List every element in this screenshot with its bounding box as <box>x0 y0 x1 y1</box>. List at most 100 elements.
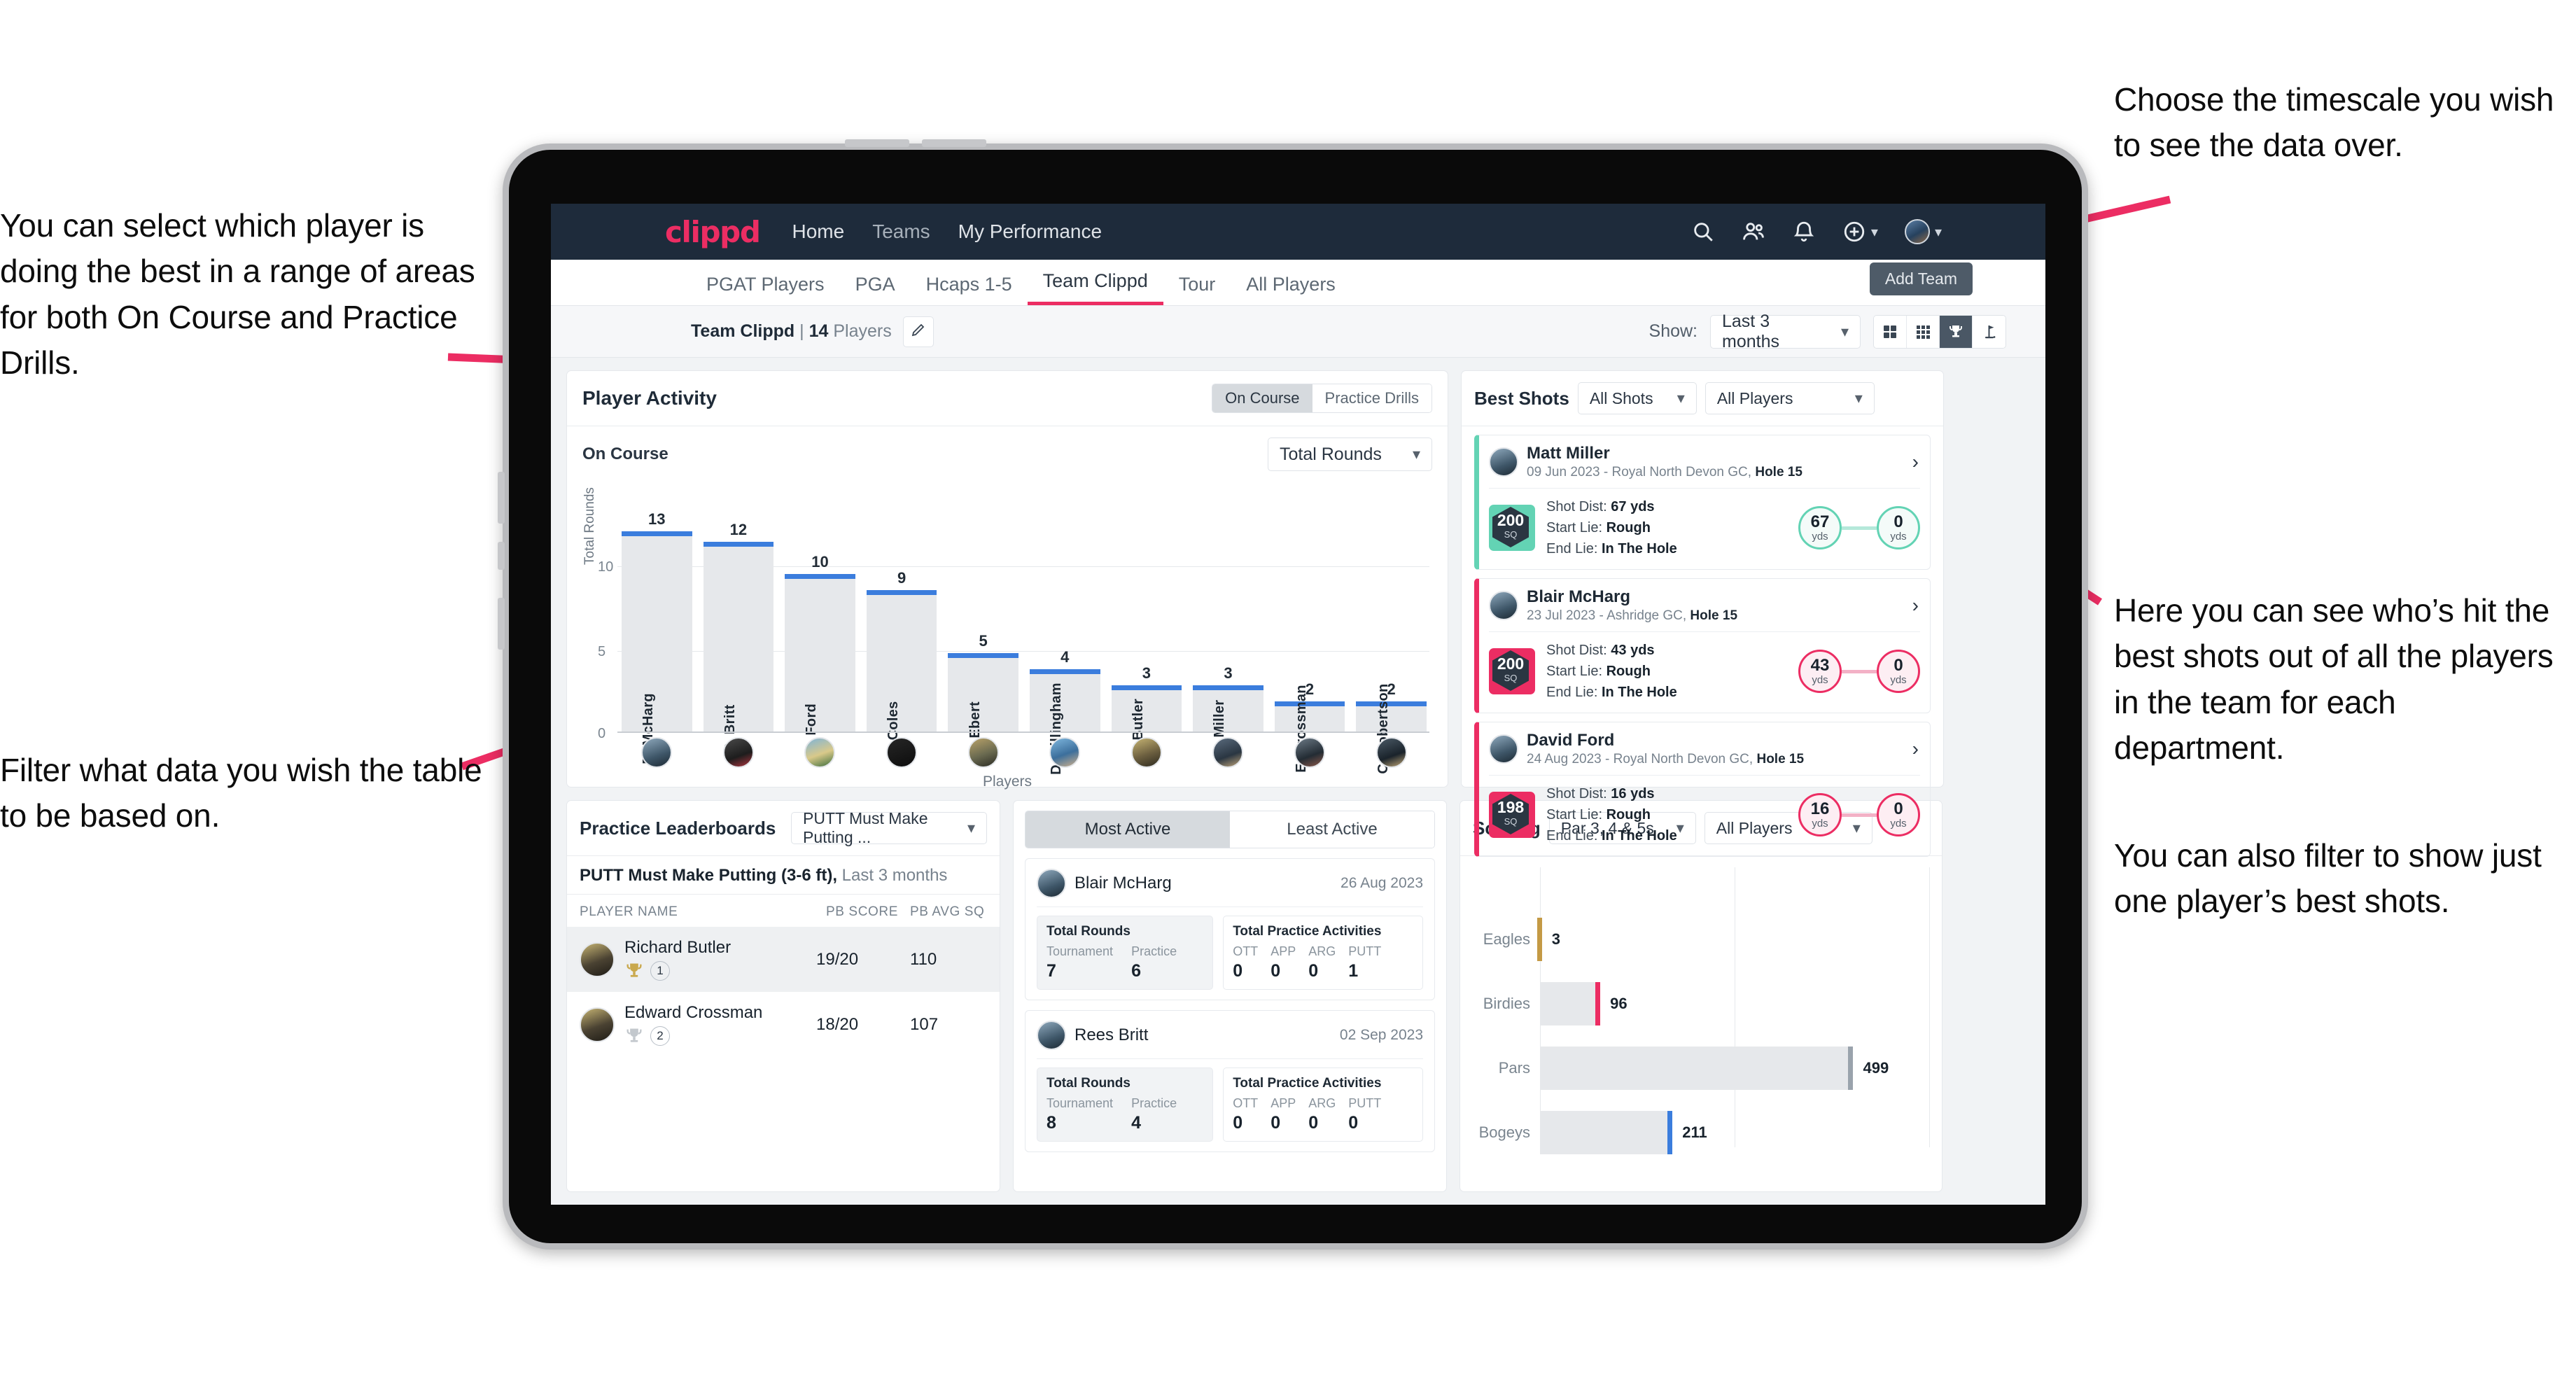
avatar[interactable] <box>1294 737 1326 768</box>
segment-practice-drills[interactable]: Practice Drills <box>1312 384 1432 412</box>
bar-value-label: 5 <box>979 632 988 650</box>
plus-circle-menu[interactable]: ▾ <box>1842 220 1878 244</box>
scoring-bar-cap <box>1848 1046 1854 1090</box>
chevron-right-icon[interactable]: › <box>1912 451 1919 473</box>
tab-least-active[interactable]: Least Active <box>1230 811 1434 848</box>
metric-select[interactable]: Total Rounds ▾ <box>1268 438 1432 471</box>
shot-date: 23 Jul 2023 <box>1527 608 1596 623</box>
edit-team-button[interactable] <box>902 316 934 347</box>
chevron-down-icon: ▾ <box>1412 445 1420 463</box>
activity-player-card[interactable]: Blair McHarg 26 Aug 2023 Total Rounds Tourn… <box>1025 858 1435 1000</box>
avatar[interactable] <box>641 737 673 768</box>
best-shots-list: Matt Miller 09 Jun 2023 - Royal North Dev… <box>1462 435 1943 857</box>
divider <box>1489 775 1920 776</box>
tab-hcaps-1-5[interactable]: Hcaps 1-5 <box>911 274 1028 305</box>
chart-bar[interactable]: B. McHarg <box>622 531 692 764</box>
best-shot-card[interactable]: Matt Miller 09 Jun 2023 - Royal North Dev… <box>1474 435 1931 570</box>
nav-link-home[interactable]: Home <box>792 220 844 243</box>
chart-bar[interactable]: R. Britt <box>703 542 774 753</box>
flag-icon-button[interactable] <box>1973 315 2005 348</box>
chevron-right-icon[interactable]: › <box>1912 738 1919 760</box>
table-row[interactable]: Richard Butler 1 19/20 110 <box>567 927 1000 992</box>
sub-toolbar: Team Clippd | 14 Players Show: Last 3 mo… <box>551 306 2045 358</box>
nav-link-teams[interactable]: Teams <box>872 220 930 243</box>
shot-body: 200 SQ Shot Dist: 43 yds Start Lie: Rough En… <box>1489 640 1920 703</box>
sq-unit: SQ <box>1504 673 1518 684</box>
best-shots-player-filter[interactable]: All Players ▾ <box>1704 382 1875 414</box>
nav-link-my-performance[interactable]: My Performance <box>958 220 1102 243</box>
pb-avg-sq-cell: 107 <box>910 1014 939 1034</box>
from-value: 67 <box>1810 512 1830 531</box>
chart-bar[interactable]: J. Coles <box>866 589 937 757</box>
tab-tour[interactable]: Tour <box>1163 274 1231 305</box>
plus-circle-icon[interactable] <box>1842 220 1866 244</box>
chart-bar[interactable]: C. Robertson <box>1356 683 1427 774</box>
scoring-bar-track: 3 <box>1536 918 1929 961</box>
avatar[interactable] <box>886 737 918 768</box>
avatar[interactable] <box>1904 219 1930 244</box>
chevron-down-icon[interactable]: ▾ <box>1871 223 1878 241</box>
shot-header: Blair McHarg 23 Jul 2023 - Ashridge GC, H… <box>1489 587 1920 624</box>
clippd-logo[interactable]: clippd <box>665 215 761 249</box>
scoring-bar[interactable] <box>1540 1111 1673 1154</box>
chart-bar-column[interactable]: 10 D. Ford <box>785 510 855 754</box>
team-players-word: Players <box>833 321 892 341</box>
period-select[interactable]: Last 3 months ▾ <box>1710 312 1861 351</box>
chart-bar[interactable]: M. Miller <box>1193 685 1264 757</box>
tab-all-players[interactable]: All Players <box>1231 274 1351 305</box>
shot-to-circle: 0 yds <box>1877 506 1920 550</box>
best-shot-card[interactable]: David Ford 24 Aug 2023 - Royal North Devo… <box>1474 722 1931 857</box>
chart-bar[interactable]: R. Butler <box>1111 685 1182 759</box>
tab-most-active[interactable]: Most Active <box>1026 811 1230 848</box>
profile-menu[interactable]: ▾ <box>1904 219 1942 244</box>
chart-y-axis-label: Total Rounds <box>582 487 597 565</box>
bell-icon[interactable] <box>1792 220 1816 244</box>
best-shot-card[interactable]: Blair McHarg 23 Jul 2023 - Ashridge GC, H… <box>1474 578 1931 713</box>
chevron-down-icon[interactable]: ▾ <box>1935 223 1942 241</box>
hexagon-icon: 200 SQ <box>1492 507 1532 549</box>
ott-stat: OTT 0 <box>1233 1096 1258 1133</box>
chart-bar-column[interactable]: 12 R. Britt <box>703 510 774 753</box>
segment-on-course[interactable]: On Course <box>1212 384 1312 412</box>
col-pb-score: PB SCORE <box>826 904 898 919</box>
avatar[interactable] <box>1376 737 1407 768</box>
avatar[interactable] <box>722 737 754 768</box>
chart-bar-column[interactable]: 3 R. Butler <box>1111 510 1182 759</box>
chart-bar[interactable]: D. Billingham <box>1029 669 1100 775</box>
activity-player-card[interactable]: Rees Britt 02 Sep 2023 Total Rounds Tournam… <box>1025 1010 1435 1152</box>
chevron-right-icon[interactable]: › <box>1912 594 1919 617</box>
best-shots-shot-filter[interactable]: All Shots ▾ <box>1577 382 1697 414</box>
scoring-bar[interactable] <box>1540 982 1601 1026</box>
end-lie-label: End Lie: <box>1546 685 1598 700</box>
total-rounds-title: Total Rounds <box>1046 1076 1130 1091</box>
avatar[interactable] <box>1130 737 1162 768</box>
avatar[interactable] <box>1212 737 1244 768</box>
trophy-icon-button[interactable] <box>1940 315 1973 348</box>
chart-bar-column[interactable]: 5 E. Ebert <box>948 510 1018 756</box>
chart-bar[interactable]: D. Ford <box>785 573 855 754</box>
putt-value: 0 <box>1348 1113 1359 1133</box>
avatar[interactable] <box>967 737 999 768</box>
chart-bar-column[interactable]: 2 C. Robertson <box>1356 510 1427 774</box>
avatar[interactable] <box>804 737 836 768</box>
divider <box>1489 488 1920 489</box>
chart-bar[interactable]: E. Crossman <box>1274 685 1345 773</box>
shot-hole: Hole 15 <box>1690 608 1738 623</box>
chart-bar[interactable]: E. Ebert <box>948 653 1018 756</box>
tab-team-clippd[interactable]: Team Clippd <box>1027 270 1163 305</box>
grid-small-icon-button[interactable] <box>1907 315 1940 348</box>
chart-bar-column[interactable]: 3 M. Miller <box>1193 510 1264 757</box>
table-row[interactable]: Edward Crossman 2 18/20 107 <box>567 992 1000 1057</box>
drill-select[interactable]: PUTT Must Make Putting ... ▾ <box>791 809 987 846</box>
people-icon[interactable] <box>1742 220 1765 244</box>
tab-pga[interactable]: PGA <box>840 274 911 305</box>
chart-bar-column[interactable]: 4 D. Billingham <box>1029 510 1100 775</box>
scoring-bar[interactable] <box>1540 1046 1854 1090</box>
chart-bar-column[interactable]: 2 E. Crossman <box>1274 510 1345 773</box>
chart-bar-column[interactable]: 9 J. Coles <box>866 510 937 757</box>
chart-bar-column[interactable]: 13 B. McHarg <box>622 510 692 764</box>
tab-pgat-players[interactable]: PGAT Players <box>691 274 840 305</box>
search-icon[interactable] <box>1691 220 1715 244</box>
avatar[interactable] <box>1049 737 1081 768</box>
grid-large-icon-button[interactable] <box>1874 315 1907 348</box>
